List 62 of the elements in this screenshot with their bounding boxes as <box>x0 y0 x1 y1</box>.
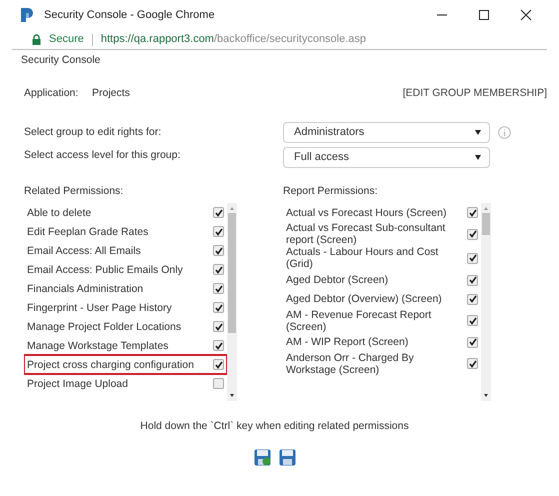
permission-checkbox[interactable] <box>213 359 224 370</box>
maximize-icon <box>478 9 490 21</box>
access-level-dropdown[interactable]: Full access <box>283 146 490 168</box>
app-logo-icon <box>20 7 36 23</box>
scroll-thumb[interactable] <box>228 213 236 334</box>
application-value: Projects <box>92 86 131 101</box>
scroll-thumb[interactable] <box>482 213 490 236</box>
save-icon[interactable] <box>278 449 296 466</box>
lock-icon <box>32 34 41 45</box>
report-permissions-heading: Report Permissions: <box>283 184 379 198</box>
permission-label: Manage Project Folder Locations <box>27 320 182 333</box>
permission-checkbox[interactable] <box>467 274 478 286</box>
scrollbar[interactable] <box>227 203 237 402</box>
group-dropdown[interactable]: Administrators <box>283 122 490 142</box>
permission-label: Aged Debtor (Screen) <box>286 274 390 286</box>
permission-label: Able to delete <box>27 206 92 219</box>
permission-checkbox[interactable] <box>213 321 224 332</box>
edit-group-membership-link[interactable]: [EDIT GROUP MEMBERSHIP] <box>402 86 547 102</box>
permission-checkbox[interactable] <box>467 228 478 240</box>
permission-label: AM - WIP Report (Screen) <box>286 336 410 348</box>
permission-checkbox[interactable] <box>213 283 224 294</box>
page-title: Security Console <box>21 53 102 68</box>
application-label: Application: <box>24 86 80 101</box>
permission-checkbox[interactable] <box>467 294 478 304</box>
permission-checkbox[interactable] <box>467 207 478 218</box>
window-title: Security Console - Google Chrome <box>44 8 216 23</box>
url-text[interactable]: https://qa.rapport3.com/backoffice/securityconsole.asp <box>100 31 366 48</box>
permission-label: Project cross charging configuration <box>27 358 195 371</box>
permission-label: Actual vs Forecast Sub-consultant report (Screen) <box>286 222 446 246</box>
permission-checkbox[interactable] <box>213 378 224 390</box>
permission-checkbox[interactable] <box>213 302 224 314</box>
permission-label: Email Access: All Emails <box>27 244 142 257</box>
permission-checkbox[interactable] <box>213 245 224 256</box>
access-level-label: Select access level for this group: <box>24 148 182 162</box>
permission-checkbox[interactable] <box>467 336 478 348</box>
caret-icon <box>475 130 481 134</box>
permission-label: Email Access: Public Emails Only <box>27 264 184 276</box>
permission-checkbox[interactable] <box>213 264 224 276</box>
group-select-label: Select group to edit rights for: <box>24 124 162 140</box>
permission-label: AM - Revenue Forecast Report (Screen) <box>286 308 432 333</box>
permission-checkbox[interactable] <box>213 340 224 352</box>
save-and-refresh-icon[interactable] <box>254 449 270 466</box>
permission-label: Financials Administration <box>27 282 144 295</box>
permission-checkbox[interactable] <box>467 315 478 326</box>
permission-checkbox[interactable] <box>213 226 224 238</box>
close-icon <box>520 9 532 21</box>
permission-checkbox[interactable] <box>467 358 478 370</box>
permission-label: Actuals - Labour Hours and Cost (Grid) <box>286 246 440 270</box>
permission-label: Manage Workstage Templates <box>27 340 170 352</box>
permission-checkbox[interactable] <box>213 207 224 218</box>
permission-label: Anderson Orr - Charged By Workstage (Screen) <box>286 352 415 376</box>
caret-icon <box>475 154 481 160</box>
permission-label: Edit Feeplan Grade Rates <box>27 226 150 238</box>
scrollbar[interactable] <box>481 203 491 402</box>
permission-label: Actual vs Forecast Hours (Screen) <box>286 206 448 219</box>
secure-label: Secure <box>49 32 84 48</box>
permission-label: Aged Debtor (Overview) (Screen) <box>286 292 443 306</box>
permission-label: Project Image Upload <box>27 378 129 390</box>
hint-text: Hold down the `Ctrl` key when editing related permissions <box>139 419 410 434</box>
related-permissions-heading: Related Permissions: <box>24 184 124 198</box>
permission-checkbox[interactable] <box>467 252 478 264</box>
permission-label: Fingerprint - User Page History <box>27 302 173 314</box>
